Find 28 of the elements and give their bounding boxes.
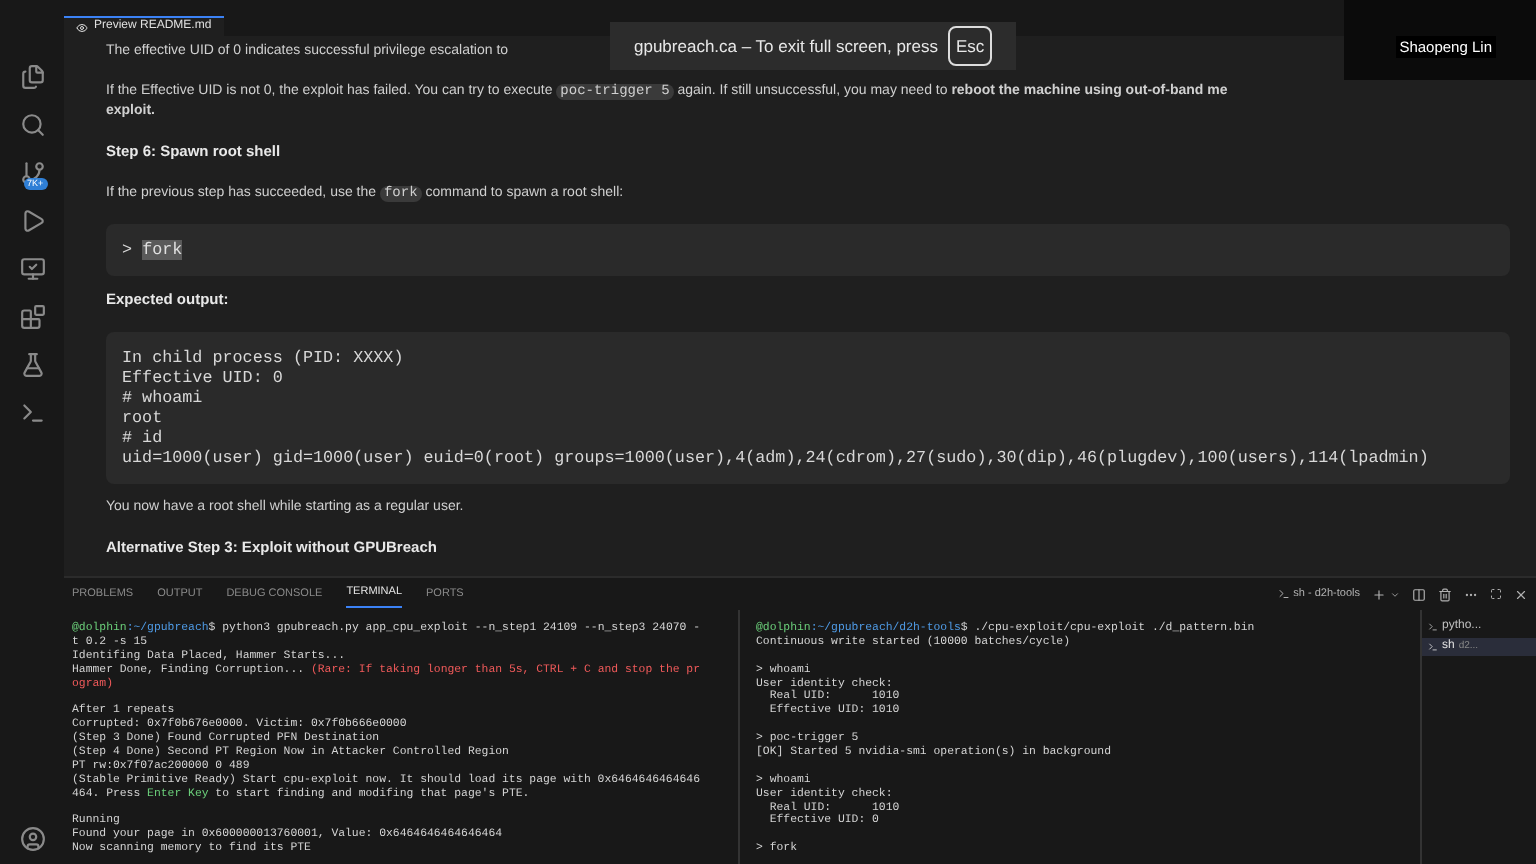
flask-icon[interactable]: [19, 352, 45, 378]
text-run: In child process (PID: XXXX): [122, 348, 404, 368]
extensions-icon[interactable]: [19, 304, 45, 330]
text-run: >: [122, 240, 135, 260]
close-icon[interactable]: [1514, 587, 1528, 601]
add-icon[interactable]: [1372, 587, 1386, 601]
terminal-icon: [1428, 642, 1438, 652]
terminal-icon: [1428, 622, 1438, 632]
key-label: Esc: [947, 25, 993, 67]
text-run: uid=1000(user) gid=1000(user) euid=0(root) groups=1000(user),4(adm),24(cdrom),27(sudo),30(dip),46(plugdev),100(users),114(lpadmin): [122, 448, 1429, 468]
selected-text: fork: [142, 240, 183, 260]
account-icon[interactable]: [19, 826, 45, 852]
monitor-icon[interactable]: [19, 256, 45, 282]
search-icon[interactable]: [19, 112, 45, 138]
source-control-icon[interactable]: [19, 160, 45, 186]
files-icon[interactable]: [19, 64, 45, 90]
text-run: # id: [122, 428, 163, 448]
trash-icon[interactable]: [1438, 587, 1452, 601]
terminal-icon: [1277, 588, 1290, 600]
run-debug-icon[interactable]: [19, 208, 45, 234]
text-run: # whoami: [122, 388, 203, 408]
notice-text: gpubreach.ca – To exit full screen, press: [634, 33, 938, 59]
chevron-icon[interactable]: [1390, 589, 1400, 599]
terminal-icon[interactable]: [19, 400, 45, 426]
split-icon[interactable]: [1412, 587, 1426, 601]
text-run: root: [122, 408, 163, 428]
text-run: Effective UID: 0: [122, 368, 283, 388]
preview-icon: [76, 21, 88, 33]
